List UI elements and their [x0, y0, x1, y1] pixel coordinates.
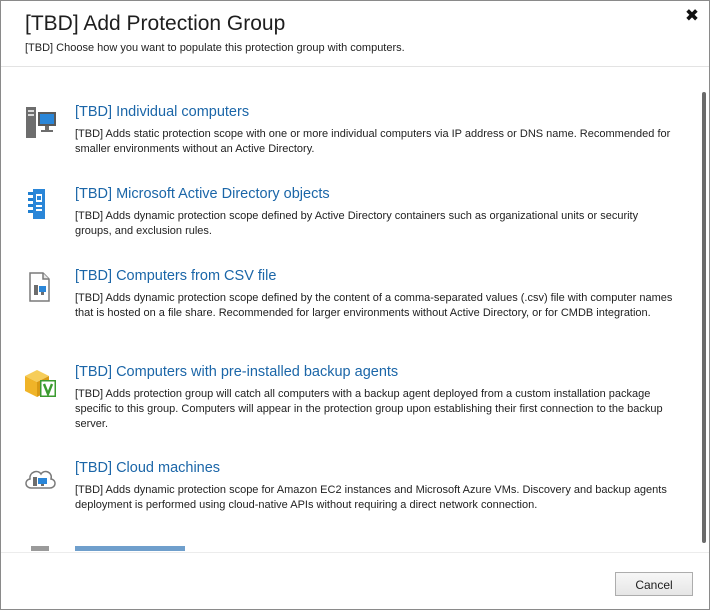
dialog-title: [TBD] Add Protection Group: [25, 12, 286, 35]
add-protection-group-dialog: [TBD] Add Protection Group [TBD] Choose …: [0, 0, 710, 610]
computer-icon: [23, 106, 57, 140]
option-csv-file[interactable]: [TBD] Computers from CSV file [TBD] Adds…: [1, 268, 701, 340]
option-pre-installed-agents[interactable]: [TBD] Computers with pre-installed backu…: [1, 364, 701, 436]
close-icon[interactable]: ✖: [683, 6, 701, 26]
csv-file-icon: [23, 270, 57, 304]
option-description: [TBD] Adds dynamic protection scope for …: [75, 484, 667, 511]
dialog-subtitle: [TBD] Choose how you want to populate th…: [25, 42, 405, 54]
option-title[interactable]: [TBD] Computers from CSV file: [75, 268, 276, 284]
option-description: [TBD] Adds dynamic protection scope defi…: [75, 210, 639, 237]
agent-package-icon: [23, 366, 57, 400]
option-description: [TBD] Adds static protection scope with …: [75, 128, 671, 155]
option-cloud-machines[interactable]: [TBD] Cloud machines [TBD] Adds dynamic …: [1, 460, 701, 520]
scrollbar[interactable]: [702, 92, 706, 543]
option-description: [TBD] Adds dynamic protection scope defi…: [75, 292, 673, 319]
cloud-machine-icon: [23, 462, 57, 496]
option-title[interactable]: [TBD] Individual computers: [75, 104, 249, 120]
option-title[interactable]: [TBD] Microsoft Active Directory objects: [75, 186, 330, 202]
options-list: [TBD] Individual computers [TBD] Adds st…: [1, 67, 701, 551]
active-directory-icon: [23, 188, 57, 222]
option-title[interactable]: [TBD] Computers with pre-installed backu…: [75, 364, 398, 380]
footer-divider: [1, 552, 709, 553]
cancel-button[interactable]: Cancel: [615, 572, 693, 596]
option-individual-computers[interactable]: [TBD] Individual computers [TBD] Adds st…: [1, 104, 701, 164]
option-partial-next: [1, 543, 701, 551]
partial-option-icon: [31, 546, 49, 551]
option-active-directory[interactable]: [TBD] Microsoft Active Directory objects…: [1, 186, 701, 246]
option-title[interactable]: [TBD] Cloud machines: [75, 460, 220, 476]
option-description: [TBD] Adds protection group will catch a…: [75, 388, 663, 430]
partial-option-title: [75, 546, 185, 551]
scrollbar-thumb[interactable]: [702, 92, 706, 543]
